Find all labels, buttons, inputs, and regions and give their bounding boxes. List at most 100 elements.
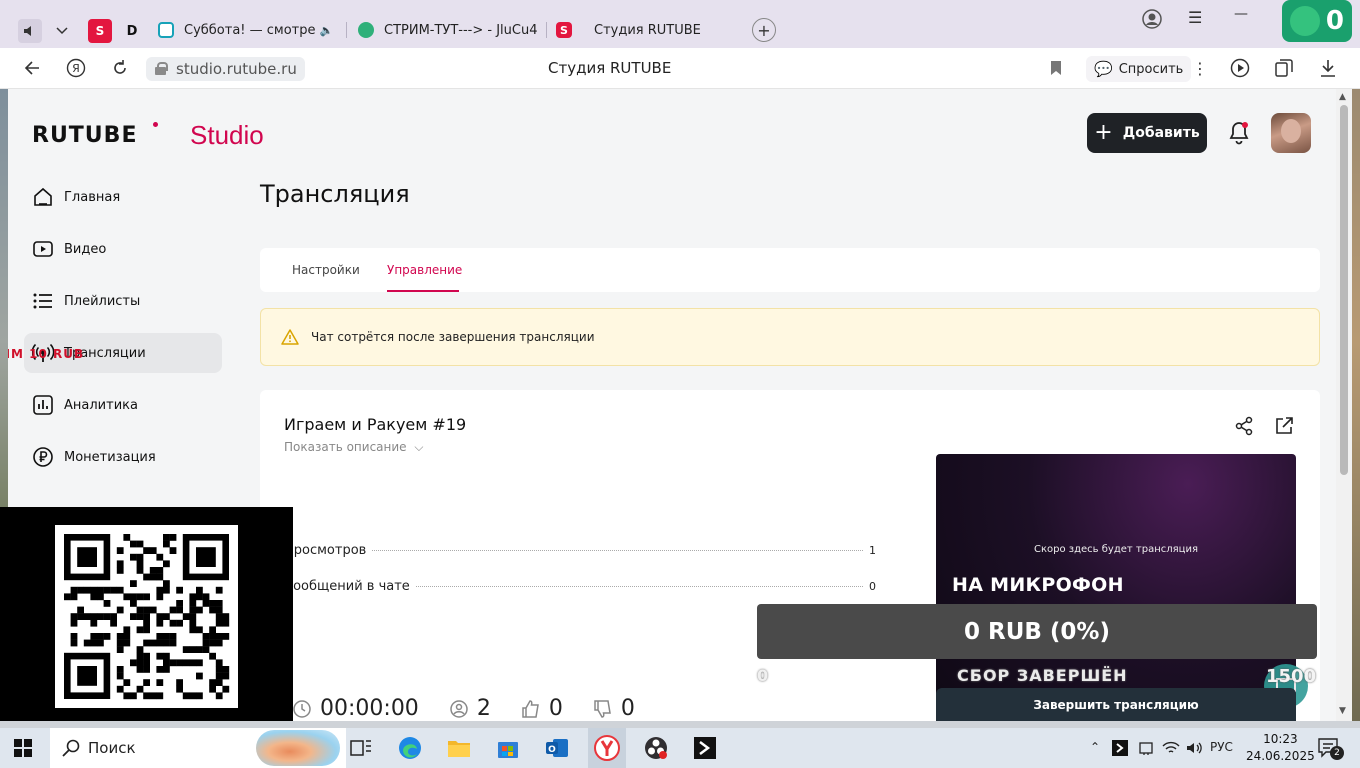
page-scrollbar[interactable]: ▲ ▼ <box>1336 89 1352 721</box>
stat-label: Сообщений в чате <box>284 579 410 594</box>
rutube-icon: S <box>556 22 572 38</box>
sidebar-item-analytics[interactable]: Аналитика <box>24 385 222 425</box>
task-view-icon[interactable] <box>347 734 375 762</box>
tray-expand-chevron-icon[interactable]: ⌃ <box>1090 740 1100 754</box>
donation-goal: 1500 <box>1266 666 1317 687</box>
tray-app-icon[interactable] <box>1112 740 1128 759</box>
file-explorer-icon[interactable] <box>445 734 473 762</box>
yandex-browser-icon[interactable] <box>593 734 621 762</box>
sidebar-item-monetization[interactable]: Монетизация <box>24 437 222 477</box>
home-icon <box>32 186 54 208</box>
chevron-down-icon: ⌵ <box>414 440 424 454</box>
tab-rutube-studio[interactable]: S Студия RUTUBE <box>556 14 744 46</box>
tab-saturday[interactable]: Суббота! — смотре 🔈 ✕ <box>158 14 338 46</box>
network-icon[interactable] <box>1162 740 1180 759</box>
stat-value: 0 <box>869 580 876 593</box>
open-external-icon[interactable] <box>1274 416 1296 438</box>
bookmark-icon[interactable] <box>1044 56 1068 80</box>
stream-title: Играем и Ракуем #19 <box>284 415 467 434</box>
back-arrow-icon[interactable] <box>20 56 44 80</box>
thumbs-up-icon <box>521 699 541 719</box>
profile-icon[interactable] <box>1142 9 1162 33</box>
add-button[interactable]: + Добавить <box>1087 113 1207 153</box>
windows-start-icon[interactable] <box>14 739 32 757</box>
dislikes-value: 0 <box>620 696 635 721</box>
new-tab-plus-icon[interactable]: + <box>752 18 776 42</box>
ask-button[interactable]: 💬 Спросить <box>1086 56 1192 82</box>
yandex-icon[interactable]: Я <box>64 56 88 80</box>
avatar-face <box>1281 119 1301 143</box>
tv-icon <box>158 22 174 38</box>
sidebar-item-label: Видео <box>64 241 107 257</box>
download-icon[interactable] <box>1316 56 1340 80</box>
studio-logo-suffix: Studio <box>190 120 264 150</box>
qr-code-pattern <box>64 534 230 700</box>
clock-time: 10:23 <box>1263 732 1298 746</box>
collections-icon[interactable] <box>1272 56 1296 80</box>
tabs-dropdown-chevron-icon[interactable] <box>50 19 74 43</box>
volume-icon[interactable] <box>1186 740 1204 759</box>
analytics-icon <box>32 394 54 416</box>
tab-management[interactable]: Управление <box>387 263 462 277</box>
outlook-icon[interactable]: O <box>543 734 571 762</box>
system-clock[interactable]: 10:23 24.06.2025 <box>1246 731 1315 765</box>
show-description-link[interactable]: Показать описание ⌵ <box>284 440 423 455</box>
notifications-bell-icon[interactable] <box>1226 120 1252 146</box>
likes-counter: 0 <box>521 696 563 721</box>
windows-taskbar: Поиск O ⌃ РУС 10:23 24.06.2025 2 <box>0 728 1360 768</box>
scroll-down-arrow-icon[interactable]: ▼ <box>1339 706 1346 716</box>
desktop-wallpaper-edge <box>1352 89 1360 721</box>
alice-chat-icon: 💬 <box>1094 60 1113 78</box>
reload-icon[interactable] <box>108 56 132 80</box>
address-bar: Я studio.rutube.ru Студия RUTUBE 💬 Спрос… <box>0 48 1360 89</box>
likes-value: 0 <box>548 696 563 721</box>
sidebar-item-home[interactable]: Главная <box>24 177 222 217</box>
warning-text: Чат сотрётся после завершения трансляции <box>311 330 595 344</box>
donation-progress-bar: 0 RUB (0%) <box>757 604 1317 659</box>
notification-center-icon[interactable]: 2 <box>1318 738 1344 762</box>
logo-dot <box>153 122 158 127</box>
tab-settings[interactable]: Настройки <box>292 263 360 277</box>
show-description-label: Показать описание <box>284 440 407 454</box>
active-tab-indicator <box>387 290 459 292</box>
tray-device-icon[interactable] <box>1138 740 1154 759</box>
sidebar-item-video[interactable]: Видео <box>24 229 222 269</box>
user-avatar[interactable] <box>1271 113 1311 153</box>
tab-stream-tut[interactable]: СТРИМ-ТУТ---> - JluCu4k <box>358 14 538 46</box>
rutube-logo[interactable]: RUTUBE <box>32 123 137 148</box>
share-icon[interactable] <box>1234 416 1256 438</box>
more-options-icon[interactable]: ⋮ <box>1188 56 1212 80</box>
pinned-tab-dzen-icon[interactable]: D <box>120 19 144 43</box>
edge-browser-icon[interactable] <box>396 734 424 762</box>
minimize-icon[interactable]: — <box>1234 6 1248 22</box>
keyboard-language[interactable]: РУС <box>1210 740 1233 754</box>
chat-warning-banner: Чат сотрётся после завершения трансляции <box>260 308 1320 366</box>
svg-text:Я: Я <box>72 62 80 75</box>
browser-menu-icon[interactable]: ☰ <box>1188 8 1202 27</box>
notification-count: 2 <box>1330 746 1344 760</box>
timer-counter: 00:00:00 <box>292 696 419 721</box>
pinned-tab-rutube-icon[interactable]: S <box>88 19 112 43</box>
preview-soon-text: Скоро здесь будет трансляция <box>1034 544 1198 555</box>
obs-studio-icon[interactable] <box>642 734 670 762</box>
sidebar-item-playlists[interactable]: Плейлисты <box>24 281 222 321</box>
stat-label: Просмотров <box>284 543 367 558</box>
sidebar-item-label: Монетизация <box>64 449 156 465</box>
stat-value: 1 <box>869 544 876 557</box>
scroll-up-arrow-icon[interactable]: ▲ <box>1339 92 1346 102</box>
badge-count: 0 <box>1325 6 1344 36</box>
stream-ticker-overlay: ИМ 10 RUB <box>8 347 85 361</box>
tab-label: Суббота! — смотре <box>184 22 316 38</box>
url-field[interactable]: studio.rutube.ru <box>146 57 305 81</box>
turtle-icon <box>358 22 374 38</box>
tab-audio-icon[interactable] <box>18 19 42 43</box>
terminal-app-icon[interactable] <box>691 734 719 762</box>
viewers-counter: 2 <box>449 696 491 721</box>
warning-triangle-icon <box>281 329 299 345</box>
end-stream-button[interactable]: Завершить трансляцию <box>936 688 1296 721</box>
microsoft-store-icon[interactable] <box>494 734 522 762</box>
lock-icon <box>155 62 168 75</box>
media-player-icon[interactable] <box>1228 56 1252 80</box>
stream-tabs: Настройки Управление <box>260 248 1320 292</box>
scroll-thumb[interactable] <box>1340 105 1348 475</box>
